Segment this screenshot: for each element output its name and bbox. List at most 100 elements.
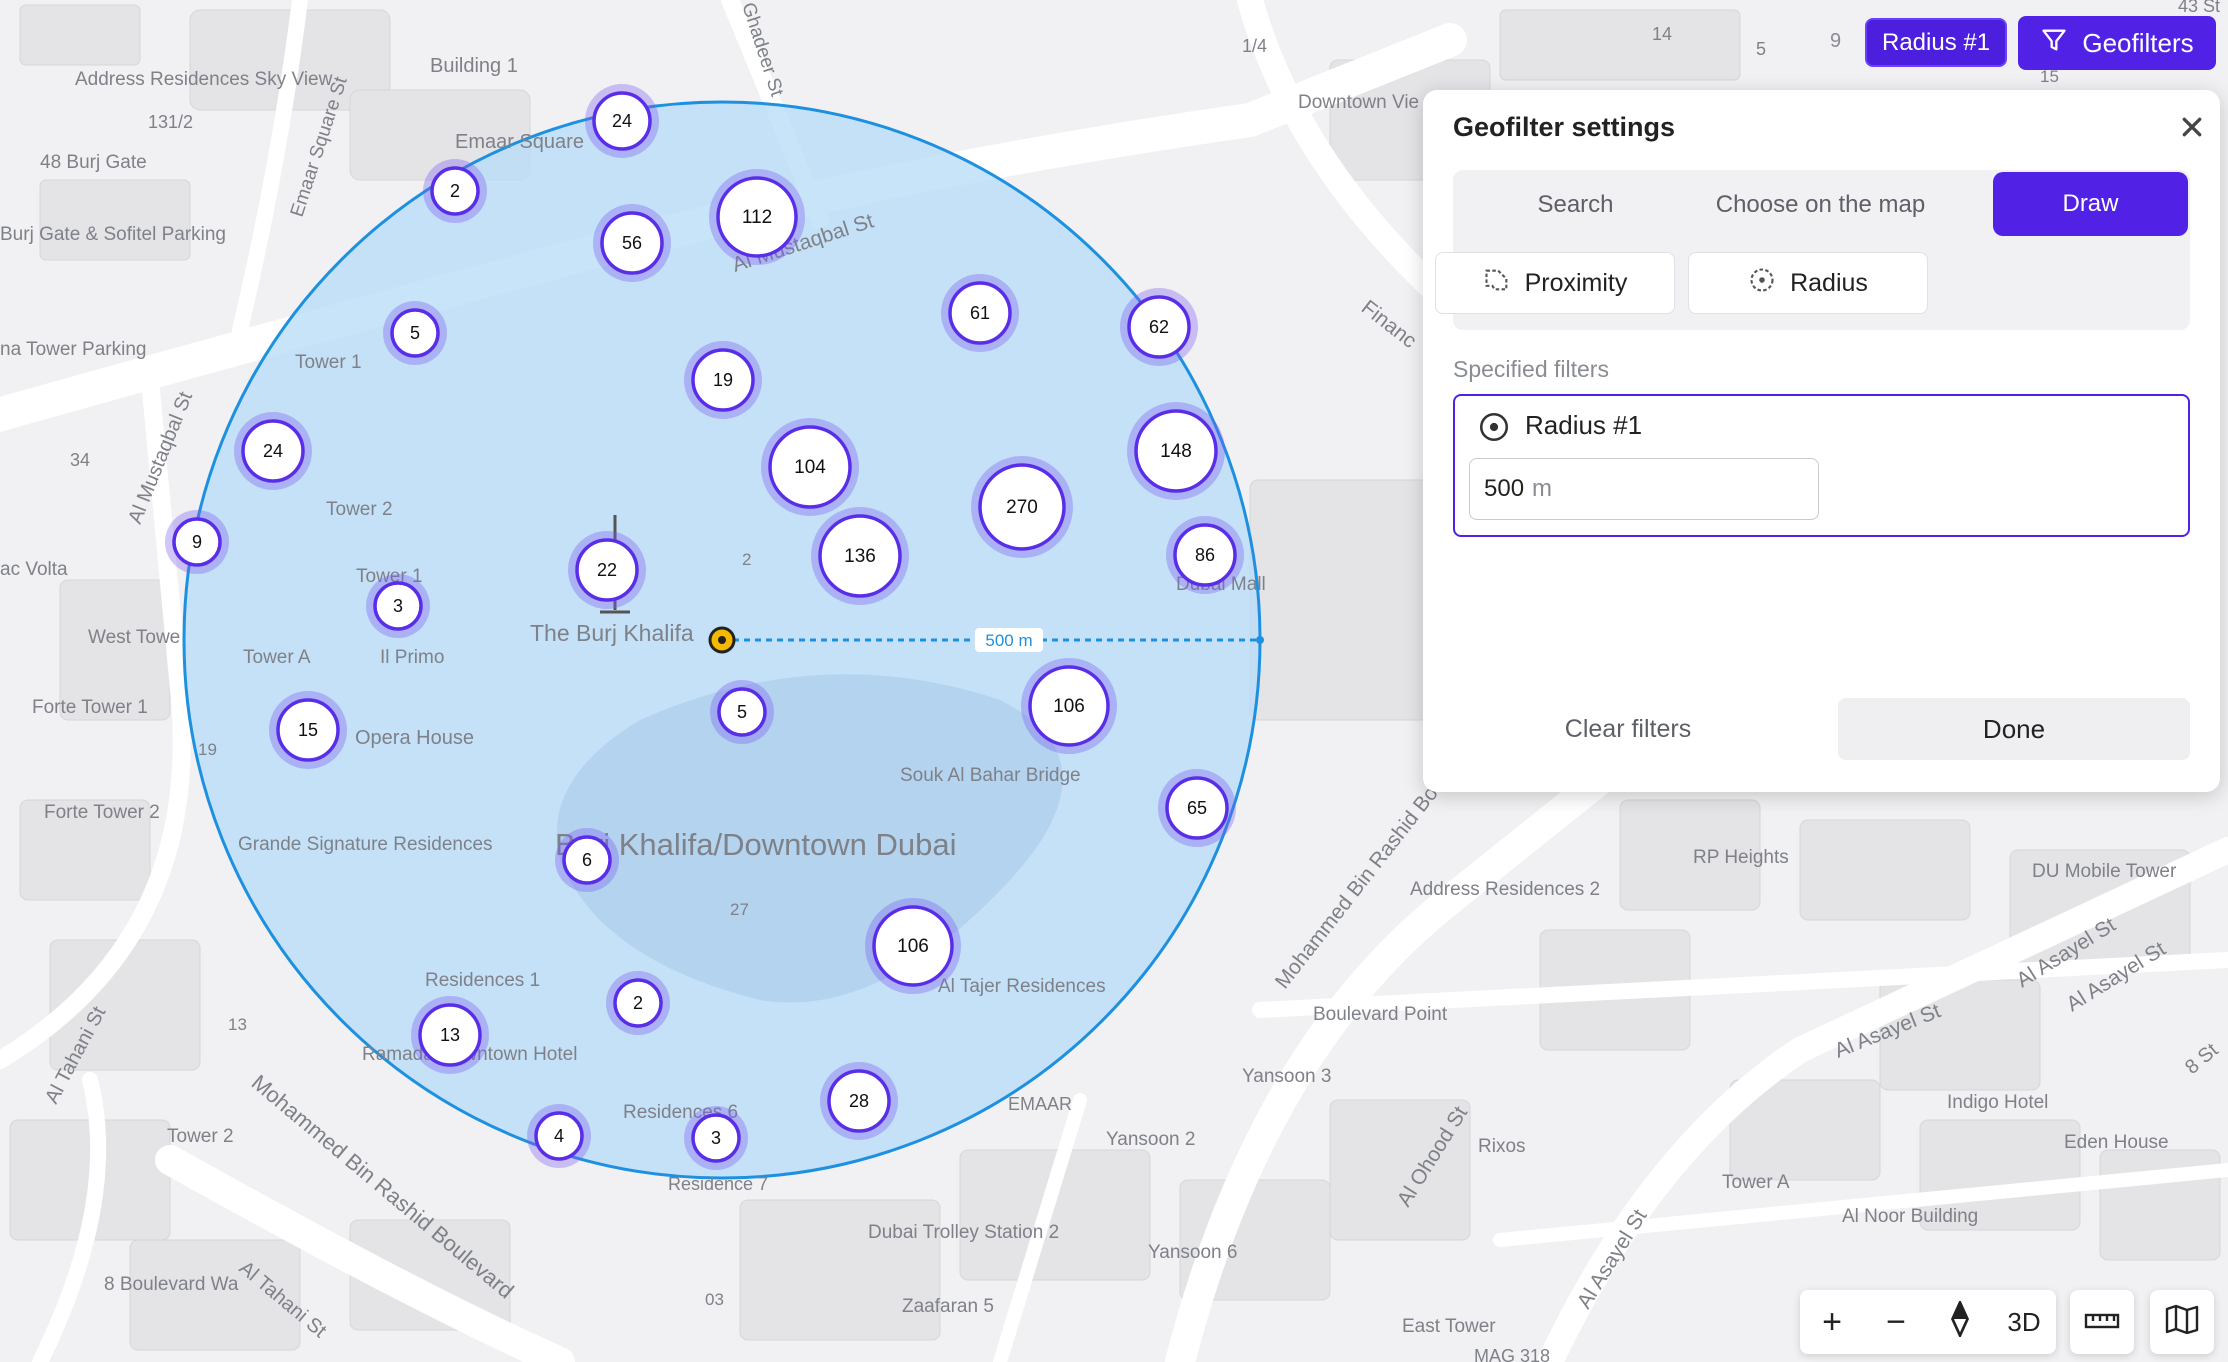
- cluster-marker[interactable]: 86: [1166, 516, 1244, 594]
- cluster-count: 106: [897, 936, 929, 957]
- cluster-marker[interactable]: 106: [1021, 658, 1117, 754]
- cluster-marker[interactable]: 4: [527, 1104, 591, 1168]
- map-label: EMAAR: [1008, 1094, 1072, 1114]
- specified-filters-label: Specified filters: [1453, 356, 1609, 382]
- map-label: Emaar Square: [455, 131, 584, 153]
- ruler-button[interactable]: [2070, 1290, 2134, 1354]
- compass-button[interactable]: [1928, 1290, 1992, 1354]
- cluster-count: 86: [1195, 545, 1215, 565]
- cluster-marker[interactable]: 136: [811, 507, 909, 605]
- cluster-count: 15: [298, 720, 318, 740]
- cluster-marker[interactable]: 22: [568, 531, 646, 609]
- panel-title: Geofilter settings: [1453, 112, 1676, 142]
- tab-choose-on-map[interactable]: Choose on the map: [1698, 170, 1943, 240]
- tab-search[interactable]: Search: [1453, 170, 1698, 240]
- cluster-marker[interactable]: 2: [423, 159, 487, 223]
- cluster-marker[interactable]: 9: [165, 510, 229, 574]
- cluster-count: 56: [622, 233, 642, 253]
- cluster-marker[interactable]: 62: [1120, 288, 1198, 366]
- filter-count-hint: 9: [1830, 30, 1842, 52]
- cluster-marker[interactable]: 148: [1127, 402, 1225, 500]
- close-button[interactable]: [2177, 114, 2207, 144]
- cluster-marker[interactable]: 3: [684, 1106, 748, 1170]
- close-icon: [2181, 116, 2203, 143]
- cluster-count: 148: [1160, 441, 1192, 462]
- map-layers-button[interactable]: [2150, 1290, 2214, 1354]
- cluster-count: 22: [597, 560, 617, 580]
- radius-center-marker[interactable]: [708, 626, 736, 654]
- map-label: Souk Al Bahar Bridge: [900, 765, 1081, 786]
- clear-filters-button[interactable]: Clear filters: [1453, 698, 1803, 760]
- map-label: Al Noor Building: [1842, 1206, 1978, 1227]
- map-label: Tower A: [243, 647, 311, 668]
- cluster-marker[interactable]: 13: [411, 996, 489, 1074]
- zoom-in-button[interactable]: +: [1800, 1290, 1864, 1354]
- map-label: 27: [730, 900, 749, 919]
- map-label: Yansoon 3: [1242, 1066, 1331, 1087]
- map-label: Building 1: [430, 55, 518, 77]
- cluster-count: 2: [633, 993, 643, 1013]
- map-label: na Tower Parking: [0, 339, 146, 360]
- map-label: 43 St: [2178, 0, 2220, 16]
- map-label: Indigo Hotel: [1947, 1092, 2048, 1113]
- map-label: 19: [198, 740, 217, 759]
- compass-icon: [1949, 1298, 1971, 1344]
- cluster-count: 5: [410, 323, 420, 343]
- proximity-icon: [1483, 266, 1511, 301]
- cluster-count: 270: [1006, 497, 1038, 518]
- cluster-count: 28: [849, 1091, 869, 1111]
- cluster-marker[interactable]: 61: [941, 274, 1019, 352]
- 3d-toggle-button[interactable]: 3D: [1992, 1290, 2056, 1354]
- cluster-marker[interactable]: 3: [366, 574, 430, 638]
- cluster-marker[interactable]: 2: [606, 971, 670, 1035]
- map-label: Il Primo: [380, 647, 444, 668]
- cluster-count: 3: [711, 1128, 721, 1148]
- cluster-count: 24: [612, 111, 632, 131]
- cluster-marker[interactable]: 6: [555, 828, 619, 892]
- map-label: Downtown Vie: [1298, 92, 1419, 113]
- cluster-count: 136: [844, 546, 876, 567]
- cluster-marker[interactable]: 270: [971, 456, 1073, 558]
- radius-input[interactable]: 500 m: [1469, 458, 1819, 520]
- cluster-count: 13: [440, 1025, 460, 1045]
- cluster-marker[interactable]: 65: [1158, 769, 1236, 847]
- map-icon: [2165, 1304, 2199, 1341]
- geofilters-label: Geofilters: [2082, 27, 2194, 58]
- proximity-tool-button[interactable]: Proximity: [1435, 252, 1675, 314]
- map-label: Tower 2: [167, 1126, 234, 1147]
- map-label: 03: [705, 1290, 724, 1309]
- cluster-count: 4: [554, 1126, 564, 1146]
- map-label: East Tower: [1402, 1316, 1496, 1337]
- proximity-tool-label: Proximity: [1524, 268, 1628, 297]
- cluster-marker[interactable]: 112: [709, 169, 805, 265]
- zoom-out-button[interactable]: −: [1864, 1290, 1928, 1354]
- map-label: 1/4: [1242, 36, 1267, 56]
- tab-draw[interactable]: Draw: [1993, 172, 2188, 236]
- done-button[interactable]: Done: [1838, 698, 2190, 760]
- cluster-marker[interactable]: 5: [710, 680, 774, 744]
- cluster-marker[interactable]: 15: [269, 691, 347, 769]
- cluster-marker[interactable]: 5: [383, 301, 447, 365]
- cluster-marker[interactable]: 24: [234, 412, 312, 490]
- filter-icon: [2040, 26, 2068, 61]
- ruler-icon: [2084, 1307, 2120, 1338]
- cluster-marker[interactable]: 28: [820, 1062, 898, 1140]
- map-label: 5: [1756, 39, 1766, 59]
- cluster-marker[interactable]: 56: [593, 204, 671, 282]
- active-filter-chip[interactable]: Radius #1: [1865, 18, 2008, 67]
- cluster-marker[interactable]: 104: [761, 418, 859, 516]
- map-label: Eden House: [2064, 1132, 2169, 1153]
- map-label: The Burj Khalifa: [530, 620, 694, 646]
- geofilters-button[interactable]: Geofilters: [2018, 16, 2216, 70]
- filter-card-radius-1[interactable]: Radius #1 500 m: [1453, 394, 2190, 537]
- radius-unit: m: [1532, 475, 1553, 502]
- map-label: Residence 7: [668, 1174, 768, 1194]
- cluster-marker[interactable]: 24: [585, 84, 659, 158]
- cluster-marker[interactable]: 106: [865, 898, 961, 994]
- cluster-count: 6: [582, 850, 592, 870]
- map-label: ac Volta: [0, 559, 68, 580]
- radius-tool-button[interactable]: Radius: [1688, 252, 1928, 314]
- cluster-marker[interactable]: 19: [684, 341, 762, 419]
- cluster-count: 5: [737, 702, 747, 722]
- map-label: 48 Burj Gate: [40, 152, 147, 173]
